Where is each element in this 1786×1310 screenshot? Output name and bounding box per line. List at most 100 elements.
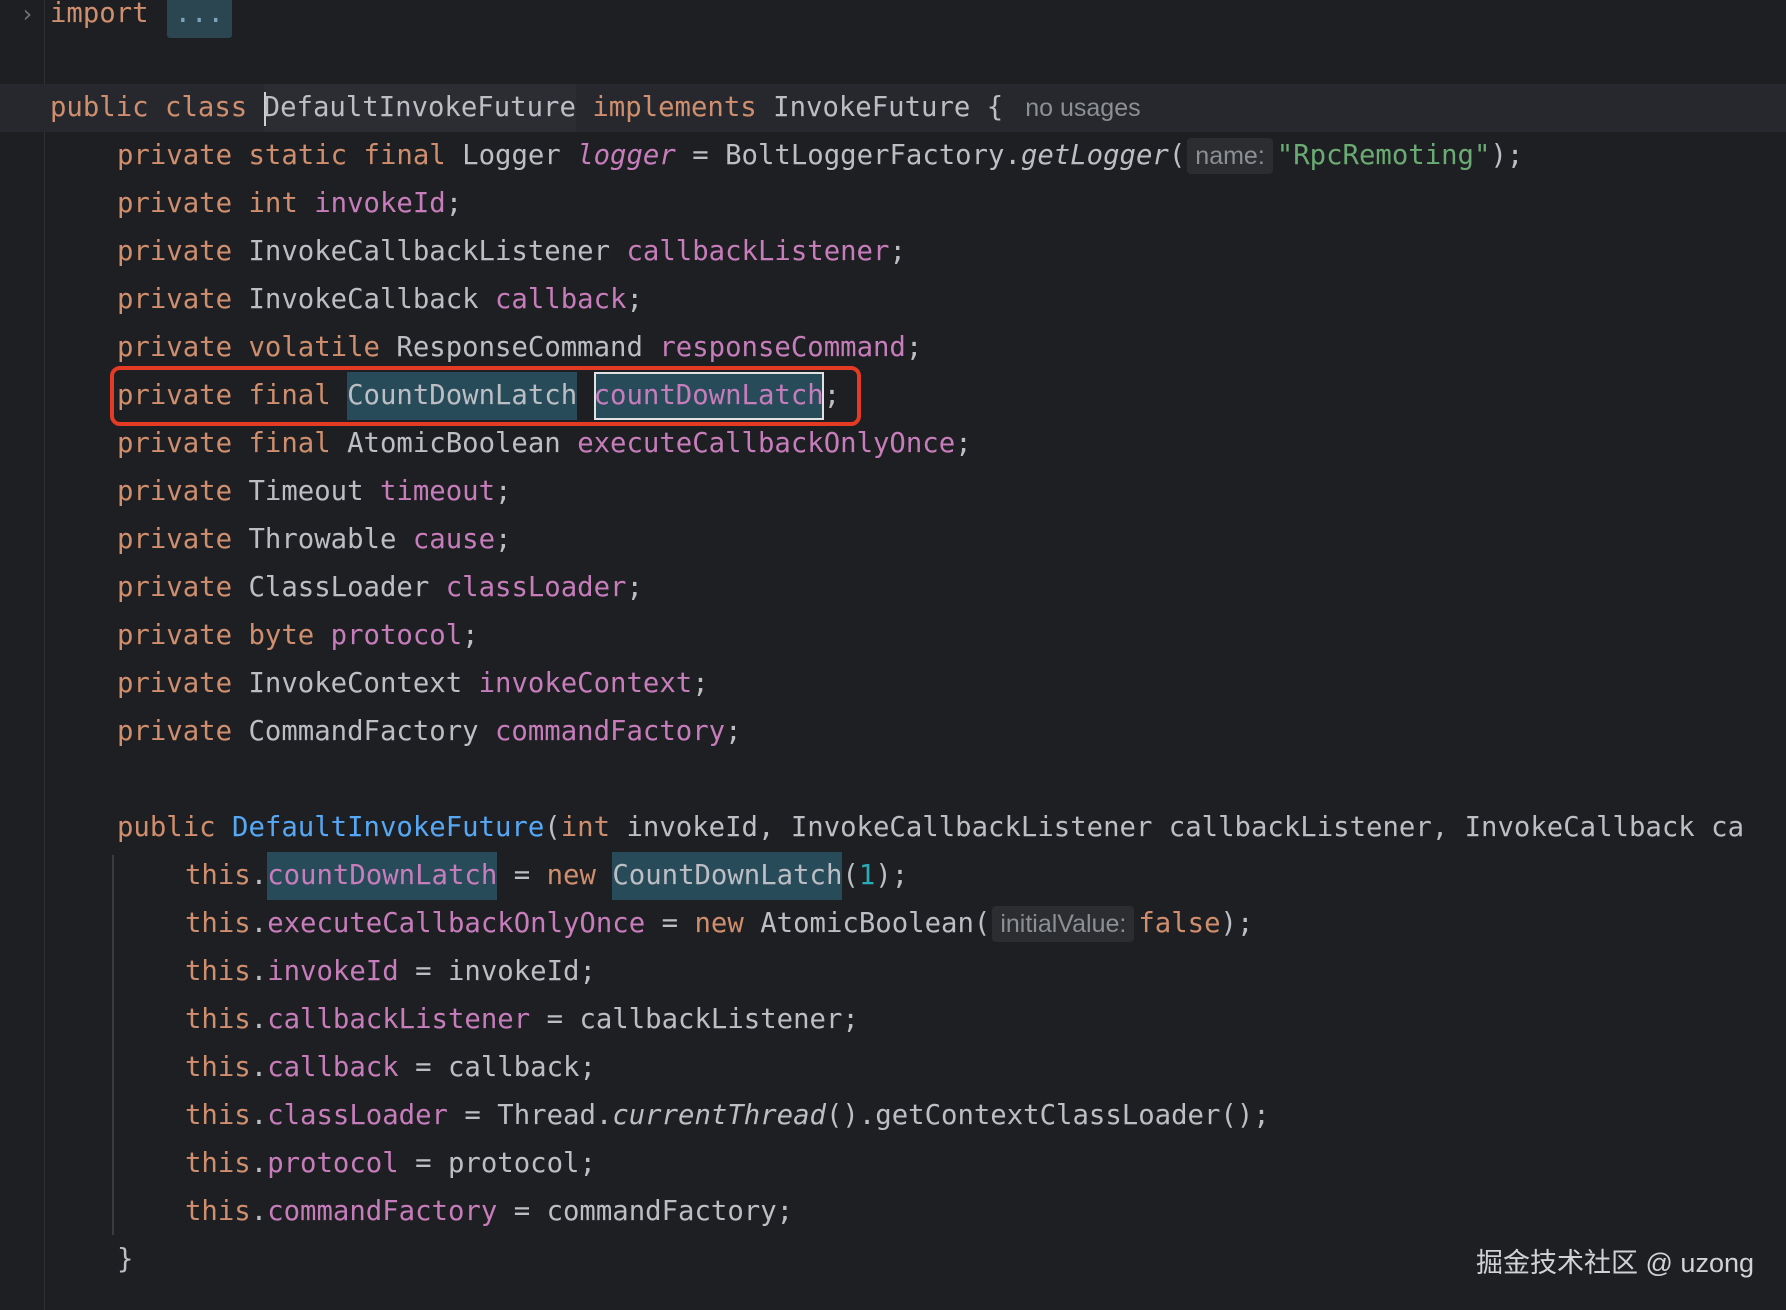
semicolon: ; (725, 716, 742, 747)
field-line-cause[interactable]: private Throwable cause ; (117, 516, 511, 564)
fold-expand-icon[interactable]: › (20, 0, 34, 28)
paren-close: ); (1220, 908, 1254, 939)
field-line-callbackListener[interactable]: private InvokeCallbackListener callbackL… (117, 228, 906, 276)
semicolon: ; (495, 476, 512, 507)
semicolon: ; (626, 572, 643, 603)
private-keyword: private (117, 188, 233, 219)
field-line-callback[interactable]: private InvokeCallback callback ; (117, 276, 643, 324)
private-keyword: private (117, 572, 233, 603)
indent-guide (112, 855, 114, 1235)
type-name: Timeout (248, 476, 364, 507)
field-name: invokeContext (478, 668, 693, 699)
body-line-protocol[interactable]: this . protocol = protocol; (185, 1140, 596, 1188)
import-line[interactable]: import ... (50, 0, 232, 38)
gutter-divider (44, 0, 45, 1310)
body-line-countDownLatch[interactable]: this . countDownLatch = new CountDownLat… (185, 852, 908, 900)
public-keyword: public (117, 812, 216, 843)
type-name: byte (248, 620, 315, 651)
private-keyword: private (117, 332, 233, 363)
operator: = (675, 140, 726, 171)
volatile-keyword: volatile (248, 332, 380, 363)
field-line-protocol[interactable]: private byte protocol ; (117, 612, 479, 660)
paren-close: ); (1490, 140, 1524, 171)
body-line-callbackListener[interactable]: this . callbackListener = callbackListen… (185, 996, 859, 1044)
new-keyword: new (546, 860, 596, 891)
body-line-commandFactory[interactable]: this . commandFactory = commandFactory; (185, 1188, 793, 1236)
semicolon: ; (905, 332, 923, 363)
this-keyword: this (185, 860, 251, 891)
assignment: = invokeId; (398, 956, 596, 987)
body-line-callback[interactable]: this . callback = callback; (185, 1044, 596, 1092)
type-ref: AtomicBoolean( (760, 908, 991, 939)
private-keyword: private (117, 668, 233, 699)
semicolon: ; (955, 428, 972, 459)
body-line-classLoader[interactable]: this . classLoader = Thread. currentThre… (185, 1092, 1270, 1140)
dot: . (250, 1148, 268, 1179)
field-name: executeCallbackOnlyOnce (577, 428, 956, 459)
private-keyword: private (117, 284, 233, 315)
final-keyword: final (363, 140, 446, 171)
dot: . (250, 1196, 268, 1227)
private-keyword: private (117, 620, 233, 651)
dot: . (250, 1052, 268, 1083)
this-keyword: this (185, 1196, 251, 1227)
private-keyword: private (117, 140, 233, 171)
this-keyword: this (185, 1100, 251, 1131)
dot: . (250, 1100, 268, 1131)
constructor-close-line[interactable]: } (117, 1236, 133, 1284)
operator: = Thread. (447, 1100, 613, 1131)
operator: = (497, 860, 547, 891)
folded-imports-button[interactable]: ... (166, 0, 232, 38)
field-name: invokeId (314, 188, 446, 219)
semicolon: ; (626, 284, 643, 315)
this-keyword: this (185, 956, 251, 987)
field-ref: invokeId (267, 956, 399, 987)
class-name[interactable]: DefaultInvokeFuture (263, 84, 576, 132)
parameter-hint: name: (1187, 138, 1273, 174)
field-line-commandFactory[interactable]: private CommandFactory commandFactory ; (117, 708, 742, 756)
operator: = (645, 908, 695, 939)
field-line-classLoader[interactable]: private ClassLoader classLoader ; (117, 564, 643, 612)
type-name: Logger (462, 140, 561, 171)
semicolon: ; (495, 524, 512, 555)
new-keyword: new (694, 908, 744, 939)
field-ref: classLoader (267, 1100, 448, 1131)
class-declaration-line[interactable]: public class DefaultInvokeFuture impleme… (50, 84, 1141, 132)
constructor-declaration-line[interactable]: public DefaultInvokeFuture ( int invokeI… (117, 804, 1744, 852)
interface-name[interactable]: InvokeFuture (773, 84, 970, 132)
field-line-invokeContext[interactable]: private InvokeContext invokeContext ; (117, 660, 709, 708)
field-line-logger[interactable]: private static final Logger logger = Bol… (117, 132, 1523, 180)
field-line-timeout[interactable]: private Timeout timeout ; (117, 468, 511, 516)
field-name: responseCommand (659, 332, 906, 363)
class-name-rest: efaultInvokeFuture (280, 92, 576, 123)
highlighted-field-ref[interactable]: countDownLatch (267, 852, 498, 900)
string-literal: "RpcRemoting" (1276, 140, 1491, 171)
paren-open: ( (842, 860, 859, 891)
type-name: ResponseCommand (396, 332, 643, 363)
paren-open: ( (544, 812, 561, 843)
public-keyword: public (50, 92, 149, 123)
this-keyword: this (185, 1004, 251, 1035)
dot: . (250, 956, 268, 987)
code-editor[interactable]: › import ... public class DefaultInvokeF… (0, 0, 1786, 1310)
field-line-responseCommand[interactable]: private volatile ResponseCommand respons… (117, 324, 922, 372)
type-name: ClassLoader (248, 572, 430, 603)
field-line-executeCallbackOnlyOnce[interactable]: private final AtomicBoolean executeCallb… (117, 420, 972, 468)
boolean-literal: false (1138, 908, 1221, 939)
this-keyword: this (185, 1052, 251, 1083)
highlighted-type-ref[interactable]: CountDownLatch (612, 852, 843, 900)
field-ref: executeCallbackOnlyOnce (267, 908, 646, 939)
open-brace: { (970, 92, 1004, 123)
constructor-name[interactable]: DefaultInvokeFuture (232, 804, 544, 852)
usages-hint[interactable]: no usages (1025, 84, 1140, 132)
body-line-invokeId[interactable]: this . invokeId = invokeId; (185, 948, 596, 996)
body-line-executeCallbackOnlyOnce[interactable]: this . executeCallbackOnlyOnce = new Ato… (185, 900, 1253, 948)
private-keyword: private (117, 476, 233, 507)
type-name: AtomicBoolean (347, 428, 561, 459)
dot: . (250, 1004, 268, 1035)
method-call: getLogger (1020, 140, 1169, 171)
field-name: commandFactory (495, 716, 726, 747)
field-line-invokeId[interactable]: private int invokeId ; (117, 180, 462, 228)
call-object: BoltLoggerFactory. (725, 140, 1021, 171)
class-name-first-char: D (263, 92, 281, 123)
